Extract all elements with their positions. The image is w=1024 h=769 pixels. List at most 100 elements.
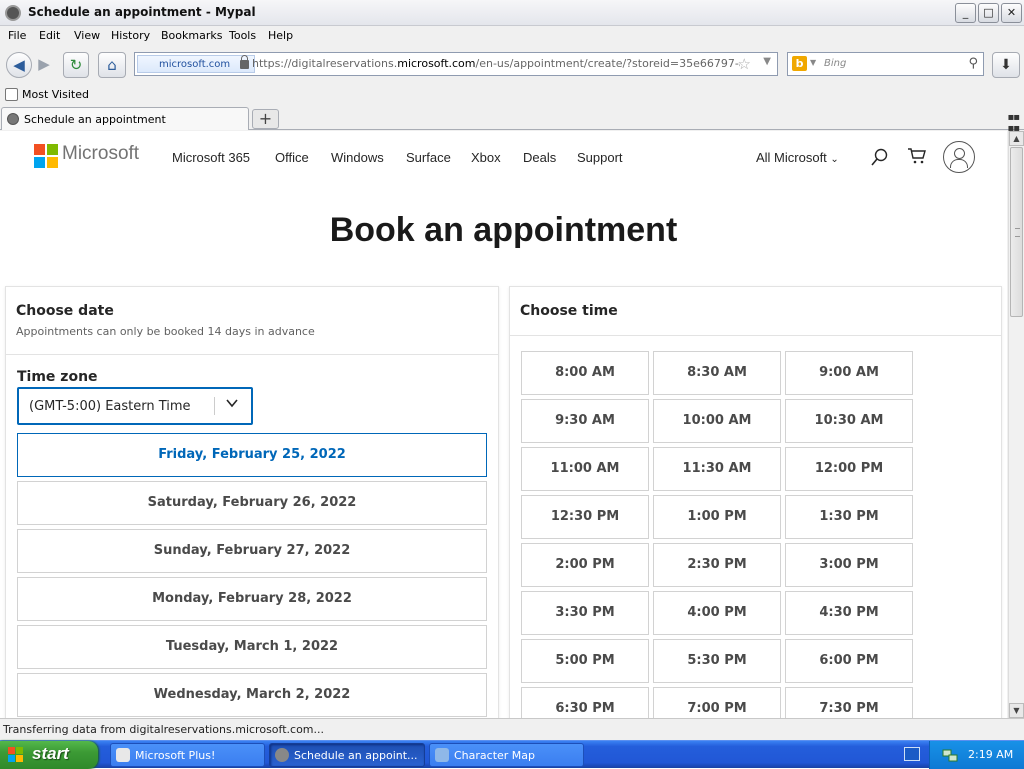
date-option[interactable]: Tuesday, March 1, 2022 xyxy=(17,625,487,669)
start-label: start xyxy=(32,744,69,763)
nav-office[interactable]: Office xyxy=(275,150,309,165)
time-slot-button[interactable]: 9:00 AM xyxy=(785,351,913,395)
url-text[interactable]: https://digitalreservations.microsoft.co… xyxy=(252,57,740,70)
time-slot-button[interactable]: 4:00 PM xyxy=(653,591,781,635)
menu-bookmarks[interactable]: Bookmarks xyxy=(161,29,222,42)
time-slot-button[interactable]: 7:30 PM xyxy=(785,687,913,718)
cart-icon[interactable] xyxy=(907,147,927,165)
account-avatar-icon[interactable] xyxy=(943,141,975,173)
menu-edit[interactable]: Edit xyxy=(39,29,60,42)
scrollbar-thumb[interactable] xyxy=(1010,147,1023,317)
choose-time-title: Choose time xyxy=(520,303,618,319)
new-tab-button[interactable]: + xyxy=(252,109,279,129)
forward-arrow-icon: ▶ xyxy=(38,55,50,73)
forward-button[interactable]: ▶ xyxy=(33,52,55,78)
bookmark-star-icon[interactable]: ☆ xyxy=(738,55,751,73)
time-slot-button[interactable]: 11:00 AM xyxy=(521,447,649,491)
taskbar-character-map[interactable]: Character Map xyxy=(429,743,584,767)
menu-bar: File Edit View History Bookmarks Tools H… xyxy=(0,26,1024,46)
nav-xbox[interactable]: Xbox xyxy=(471,150,501,165)
time-slot-button[interactable]: 12:30 PM xyxy=(521,495,649,539)
browser-app-icon xyxy=(5,5,21,21)
time-slot-button[interactable]: 3:30 PM xyxy=(521,591,649,635)
menu-history[interactable]: History xyxy=(111,29,150,42)
url-suffix: /en-us/appointment/create/?storeid=35e66… xyxy=(475,57,740,70)
home-button[interactable]: ⌂ xyxy=(98,52,126,78)
date-option[interactable]: Sunday, February 27, 2022 xyxy=(17,529,487,573)
menu-tools[interactable]: Tools xyxy=(229,29,256,42)
nav-support[interactable]: Support xyxy=(577,150,623,165)
tab-schedule-appointment[interactable]: Schedule an appointment xyxy=(1,107,249,130)
minimize-button[interactable]: _ xyxy=(955,3,976,23)
time-slot-button[interactable]: 7:00 PM xyxy=(653,687,781,718)
back-button[interactable]: ◀ xyxy=(6,52,32,78)
microsoft-brand[interactable]: Microsoft xyxy=(62,143,139,165)
search-go-icon[interactable]: ⚲ xyxy=(968,56,978,71)
date-option[interactable]: Friday, February 25, 2022 xyxy=(17,433,487,477)
time-slot-button[interactable]: 9:30 AM xyxy=(521,399,649,443)
time-slot-button[interactable]: 10:00 AM xyxy=(653,399,781,443)
menu-file[interactable]: File xyxy=(8,29,26,42)
time-slot-button[interactable]: 11:30 AM xyxy=(653,447,781,491)
search-icon[interactable] xyxy=(871,148,888,166)
search-input[interactable]: Bing xyxy=(824,58,846,69)
microsoft-logo-icon[interactable] xyxy=(34,144,58,168)
character-map-icon xyxy=(435,748,449,762)
time-slot-button[interactable]: 6:30 PM xyxy=(521,687,649,718)
time-slot-button[interactable]: 2:30 PM xyxy=(653,543,781,587)
all-microsoft-menu[interactable]: All Microsoft ⌄ xyxy=(756,150,839,165)
date-option[interactable]: Saturday, February 26, 2022 xyxy=(17,481,487,525)
nav-windows[interactable]: Windows xyxy=(331,150,384,165)
logo-square xyxy=(34,157,45,168)
bing-logo-icon[interactable]: b xyxy=(792,56,807,71)
vertical-scrollbar[interactable]: ▲ ▼ xyxy=(1008,131,1024,718)
scroll-up-icon[interactable]: ▲ xyxy=(1009,131,1024,146)
scroll-down-icon[interactable]: ▼ xyxy=(1009,703,1024,718)
timezone-select[interactable]: (GMT-5:00) Eastern Time xyxy=(17,387,253,425)
time-slot-button[interactable]: 12:00 PM xyxy=(785,447,913,491)
close-button[interactable]: ✕ xyxy=(1001,3,1022,23)
taskbar-label: Schedule an appoint... xyxy=(294,749,418,762)
nav-deals[interactable]: Deals xyxy=(523,150,556,165)
downloads-button[interactable]: ⬇ xyxy=(992,52,1020,78)
time-slot-button[interactable]: 2:00 PM xyxy=(521,543,649,587)
time-slot-button[interactable]: 8:30 AM xyxy=(653,351,781,395)
url-dropdown-icon[interactable]: ▼ xyxy=(763,56,771,67)
keyboard-tray-icon[interactable] xyxy=(904,747,920,761)
time-slot-button[interactable]: 4:30 PM xyxy=(785,591,913,635)
url-bar[interactable]: microsoft.com https://digitalreservation… xyxy=(134,52,778,76)
start-button[interactable]: start xyxy=(0,741,98,769)
menu-view[interactable]: View xyxy=(74,29,100,42)
taskbar-label: Microsoft Plus! xyxy=(135,749,216,762)
maximize-button[interactable]: □ xyxy=(978,3,999,23)
taskbar-microsoft-plus[interactable]: Microsoft Plus! xyxy=(110,743,265,767)
time-slot-button[interactable]: 10:30 AM xyxy=(785,399,913,443)
tab-label: Schedule an appointment xyxy=(24,113,166,126)
time-slot-button[interactable]: 1:30 PM xyxy=(785,495,913,539)
choose-time-panel: Choose time 8:00 AM 8:30 AM 9:00 AM 9:30 AM… xyxy=(509,286,1002,718)
time-slot-button[interactable]: 1:00 PM xyxy=(653,495,781,539)
menu-help[interactable]: Help xyxy=(268,29,293,42)
select-divider xyxy=(214,397,215,415)
time-slot-button[interactable]: 5:00 PM xyxy=(521,639,649,683)
date-option[interactable]: Wednesday, March 2, 2022 xyxy=(17,673,487,717)
search-box[interactable]: b ▼ Bing ⚲ xyxy=(787,52,984,76)
time-slot-button[interactable]: 5:30 PM xyxy=(653,639,781,683)
back-arrow-icon: ◀ xyxy=(13,56,25,74)
search-engine-dropdown-icon[interactable]: ▼ xyxy=(810,58,816,67)
all-microsoft-label: All Microsoft xyxy=(756,150,827,165)
taskbar-schedule-appointment[interactable]: Schedule an appoint... xyxy=(269,743,425,767)
time-slot-button[interactable]: 6:00 PM xyxy=(785,639,913,683)
site-identity-button[interactable]: microsoft.com xyxy=(137,55,256,73)
time-slot-button[interactable]: 8:00 AM xyxy=(521,351,649,395)
bookmark-most-visited[interactable]: Most Visited xyxy=(22,88,89,101)
lock-icon xyxy=(240,55,250,69)
date-option[interactable]: Monday, February 28, 2022 xyxy=(17,577,487,621)
choose-time-header: Choose time xyxy=(510,287,1001,336)
time-slot-button[interactable]: 3:00 PM xyxy=(785,543,913,587)
network-tray-icon[interactable] xyxy=(942,747,958,763)
nav-microsoft-365[interactable]: Microsoft 365 xyxy=(172,150,250,165)
nav-surface[interactable]: Surface xyxy=(406,150,451,165)
reload-button[interactable]: ↻ xyxy=(63,52,89,78)
title-bar: Schedule an appointment - Mypal _ □ ✕ xyxy=(0,0,1024,26)
